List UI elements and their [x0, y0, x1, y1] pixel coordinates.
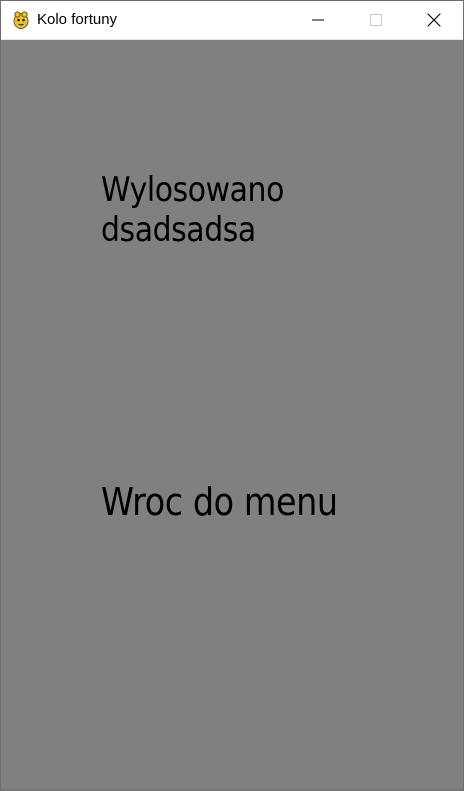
window-title: Kolo fortuny	[37, 11, 118, 28]
maximize-icon	[370, 14, 382, 26]
pygame-snake-icon	[11, 10, 31, 30]
back-to-menu-button[interactable]: Wroc do menu	[101, 480, 338, 524]
minimize-icon	[312, 19, 324, 21]
game-screen: Wylosowano dsadsadsa Wroc do menu	[1, 40, 463, 790]
result-value: dsadsadsa	[101, 210, 256, 250]
maximize-button[interactable]	[347, 1, 405, 39]
draw-result: Wylosowano dsadsadsa	[101, 170, 365, 250]
close-button[interactable]	[405, 1, 463, 39]
bottom-edge	[1, 788, 463, 790]
title-bar[interactable]: Kolo fortuny	[1, 1, 463, 40]
close-icon	[427, 13, 441, 27]
minimize-button[interactable]	[289, 1, 347, 39]
result-heading: Wylosowano	[101, 170, 284, 210]
app-window: Kolo fortuny Wylosowano dsadsadsa Wroc d…	[0, 0, 464, 791]
